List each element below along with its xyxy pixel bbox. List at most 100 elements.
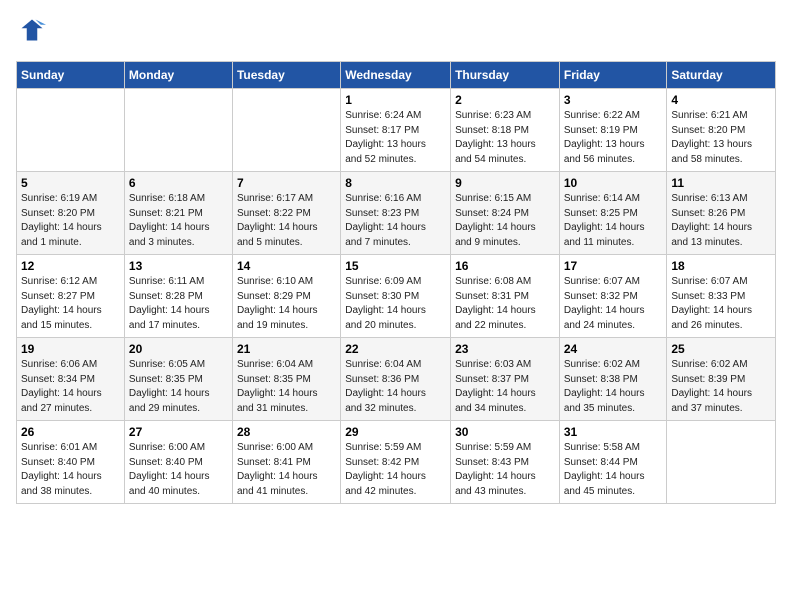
- day-info: Sunrise: 6:07 AM Sunset: 8:32 PM Dayligh…: [564, 275, 663, 333]
- day-info: Sunrise: 6:19 AM Sunset: 8:20 PM Dayligh…: [21, 192, 120, 250]
- day-info: Sunrise: 6:14 AM Sunset: 8:25 PM Dayligh…: [564, 192, 663, 250]
- day-number: 31: [564, 425, 663, 439]
- calendar-cell: 17Sunrise: 6:07 AM Sunset: 8:32 PM Dayli…: [559, 255, 667, 338]
- calendar-table: SundayMondayTuesdayWednesdayThursdayFrid…: [16, 61, 776, 504]
- day-number: 23: [455, 342, 555, 356]
- day-number: 20: [129, 342, 228, 356]
- calendar-cell: 22 Sunrise: 6:04 AM Sunset: 8:36 PM Dayli…: [341, 338, 451, 421]
- weekday-header-row: SundayMondayTuesdayWednesdayThursdayFrid…: [17, 62, 776, 89]
- calendar-cell: 19 Sunrise: 6:06 AM Sunset: 8:34 PM Dayli…: [17, 338, 125, 421]
- day-info: Sunrise: 6:22 AM Sunset: 8:19 PM Dayligh…: [564, 109, 663, 167]
- day-number: 15: [345, 259, 446, 273]
- weekday-header-sunday: Sunday: [17, 62, 125, 89]
- calendar-week-2: 5 Sunrise: 6:19 AM Sunset: 8:20 PM Daylig…: [17, 172, 776, 255]
- calendar-cell: 13 Sunrise: 6:11 AM Sunset: 8:28 PM Dayli…: [124, 255, 232, 338]
- day-number: 7: [237, 176, 336, 190]
- calendar-cell: 2 Sunrise: 6:23 AM Sunset: 8:18 PM Daylig…: [451, 89, 560, 172]
- day-number: 19: [21, 342, 120, 356]
- calendar-cell: 15 Sunrise: 6:09 AM Sunset: 8:30 PM Dayli…: [341, 255, 451, 338]
- calendar-cell: 21Sunrise: 6:04 AM Sunset: 8:35 PM Dayli…: [232, 338, 340, 421]
- day-number: 22: [345, 342, 446, 356]
- calendar-cell: 23 Sunrise: 6:03 AM Sunset: 8:37 PM Dayli…: [451, 338, 560, 421]
- day-info: Sunrise: 6:12 AM Sunset: 8:27 PM Dayligh…: [21, 275, 120, 333]
- calendar-cell: 31 Sunrise: 5:58 AM Sunset: 8:44 PM Dayli…: [559, 421, 667, 504]
- weekday-header-thursday: Thursday: [451, 62, 560, 89]
- calendar-cell: 9 Sunrise: 6:15 AM Sunset: 8:24 PM Daylig…: [451, 172, 560, 255]
- day-info: Sunrise: 6:04 AM Sunset: 8:36 PM Dayligh…: [345, 358, 446, 416]
- calendar-cell: 4Sunrise: 6:21 AM Sunset: 8:20 PM Daylig…: [667, 89, 776, 172]
- day-info: Sunrise: 6:11 AM Sunset: 8:28 PM Dayligh…: [129, 275, 228, 333]
- day-info: Sunrise: 6:13 AM Sunset: 8:26 PM Dayligh…: [671, 192, 771, 250]
- day-info: Sunrise: 6:01 AM Sunset: 8:40 PM Dayligh…: [21, 441, 120, 499]
- day-info: Sunrise: 6:16 AM Sunset: 8:23 PM Dayligh…: [345, 192, 446, 250]
- calendar-cell: 16 Sunrise: 6:08 AM Sunset: 8:31 PM Dayli…: [451, 255, 560, 338]
- calendar-cell: [232, 89, 340, 172]
- calendar-cell: 14Sunrise: 6:10 AM Sunset: 8:29 PM Dayli…: [232, 255, 340, 338]
- calendar-cell: 5 Sunrise: 6:19 AM Sunset: 8:20 PM Daylig…: [17, 172, 125, 255]
- logo: [16, 16, 46, 49]
- calendar-cell: 6Sunrise: 6:18 AM Sunset: 8:21 PM Daylig…: [124, 172, 232, 255]
- day-number: 9: [455, 176, 555, 190]
- day-info: Sunrise: 5:58 AM Sunset: 8:44 PM Dayligh…: [564, 441, 663, 499]
- day-info: Sunrise: 6:06 AM Sunset: 8:34 PM Dayligh…: [21, 358, 120, 416]
- day-info: Sunrise: 6:05 AM Sunset: 8:35 PM Dayligh…: [129, 358, 228, 416]
- day-number: 14: [237, 259, 336, 273]
- day-number: 21: [237, 342, 336, 356]
- day-number: 25: [671, 342, 771, 356]
- day-info: Sunrise: 6:09 AM Sunset: 8:30 PM Dayligh…: [345, 275, 446, 333]
- day-info: Sunrise: 6:03 AM Sunset: 8:37 PM Dayligh…: [455, 358, 555, 416]
- day-number: 8: [345, 176, 446, 190]
- day-info: Sunrise: 6:00 AM Sunset: 8:41 PM Dayligh…: [237, 441, 336, 499]
- calendar-cell: 27 Sunrise: 6:00 AM Sunset: 8:40 PM Dayli…: [124, 421, 232, 504]
- day-number: 29: [345, 425, 446, 439]
- calendar-cell: 20 Sunrise: 6:05 AM Sunset: 8:35 PM Dayli…: [124, 338, 232, 421]
- weekday-header-friday: Friday: [559, 62, 667, 89]
- day-info: Sunrise: 6:02 AM Sunset: 8:39 PM Dayligh…: [671, 358, 771, 416]
- logo-icon: [18, 16, 46, 44]
- day-info: Sunrise: 6:07 AM Sunset: 8:33 PM Dayligh…: [671, 275, 771, 333]
- calendar-week-3: 12 Sunrise: 6:12 AM Sunset: 8:27 PM Dayli…: [17, 255, 776, 338]
- day-info: Sunrise: 5:59 AM Sunset: 8:43 PM Dayligh…: [455, 441, 555, 499]
- weekday-header-tuesday: Tuesday: [232, 62, 340, 89]
- day-info: Sunrise: 6:18 AM Sunset: 8:21 PM Dayligh…: [129, 192, 228, 250]
- day-number: 28: [237, 425, 336, 439]
- day-number: 1: [345, 93, 446, 107]
- weekday-header-saturday: Saturday: [667, 62, 776, 89]
- calendar-cell: 24 Sunrise: 6:02 AM Sunset: 8:38 PM Dayli…: [559, 338, 667, 421]
- day-number: 5: [21, 176, 120, 190]
- day-number: 12: [21, 259, 120, 273]
- calendar-cell: 28 Sunrise: 6:00 AM Sunset: 8:41 PM Dayli…: [232, 421, 340, 504]
- day-number: 24: [564, 342, 663, 356]
- calendar-cell: 1 Sunrise: 6:24 AM Sunset: 8:17 PM Daylig…: [341, 89, 451, 172]
- calendar-cell: 3 Sunrise: 6:22 AM Sunset: 8:19 PM Daylig…: [559, 89, 667, 172]
- calendar-header: SundayMondayTuesdayWednesdayThursdayFrid…: [17, 62, 776, 89]
- calendar-cell: 29Sunrise: 5:59 AM Sunset: 8:42 PM Dayli…: [341, 421, 451, 504]
- weekday-header-monday: Monday: [124, 62, 232, 89]
- day-number: 16: [455, 259, 555, 273]
- day-number: 2: [455, 93, 555, 107]
- day-info: Sunrise: 6:08 AM Sunset: 8:31 PM Dayligh…: [455, 275, 555, 333]
- calendar-cell: [17, 89, 125, 172]
- day-info: Sunrise: 6:21 AM Sunset: 8:20 PM Dayligh…: [671, 109, 771, 167]
- day-number: 18: [671, 259, 771, 273]
- day-info: Sunrise: 6:24 AM Sunset: 8:17 PM Dayligh…: [345, 109, 446, 167]
- day-info: Sunrise: 6:17 AM Sunset: 8:22 PM Dayligh…: [237, 192, 336, 250]
- day-info: Sunrise: 6:23 AM Sunset: 8:18 PM Dayligh…: [455, 109, 555, 167]
- day-number: 27: [129, 425, 228, 439]
- calendar-week-1: 1 Sunrise: 6:24 AM Sunset: 8:17 PM Daylig…: [17, 89, 776, 172]
- calendar-cell: [124, 89, 232, 172]
- day-info: Sunrise: 6:00 AM Sunset: 8:40 PM Dayligh…: [129, 441, 228, 499]
- day-number: 26: [21, 425, 120, 439]
- calendar-cell: 26 Sunrise: 6:01 AM Sunset: 8:40 PM Dayli…: [17, 421, 125, 504]
- calendar-cell: 8 Sunrise: 6:16 AM Sunset: 8:23 PM Daylig…: [341, 172, 451, 255]
- calendar-cell: 10Sunrise: 6:14 AM Sunset: 8:25 PM Dayli…: [559, 172, 667, 255]
- day-number: 13: [129, 259, 228, 273]
- day-number: 3: [564, 93, 663, 107]
- day-number: 11: [671, 176, 771, 190]
- calendar-cell: 7 Sunrise: 6:17 AM Sunset: 8:22 PM Daylig…: [232, 172, 340, 255]
- day-info: Sunrise: 6:15 AM Sunset: 8:24 PM Dayligh…: [455, 192, 555, 250]
- day-number: 30: [455, 425, 555, 439]
- calendar-cell: 30 Sunrise: 5:59 AM Sunset: 8:43 PM Dayli…: [451, 421, 560, 504]
- calendar-cell: [667, 421, 776, 504]
- day-info: Sunrise: 6:02 AM Sunset: 8:38 PM Dayligh…: [564, 358, 663, 416]
